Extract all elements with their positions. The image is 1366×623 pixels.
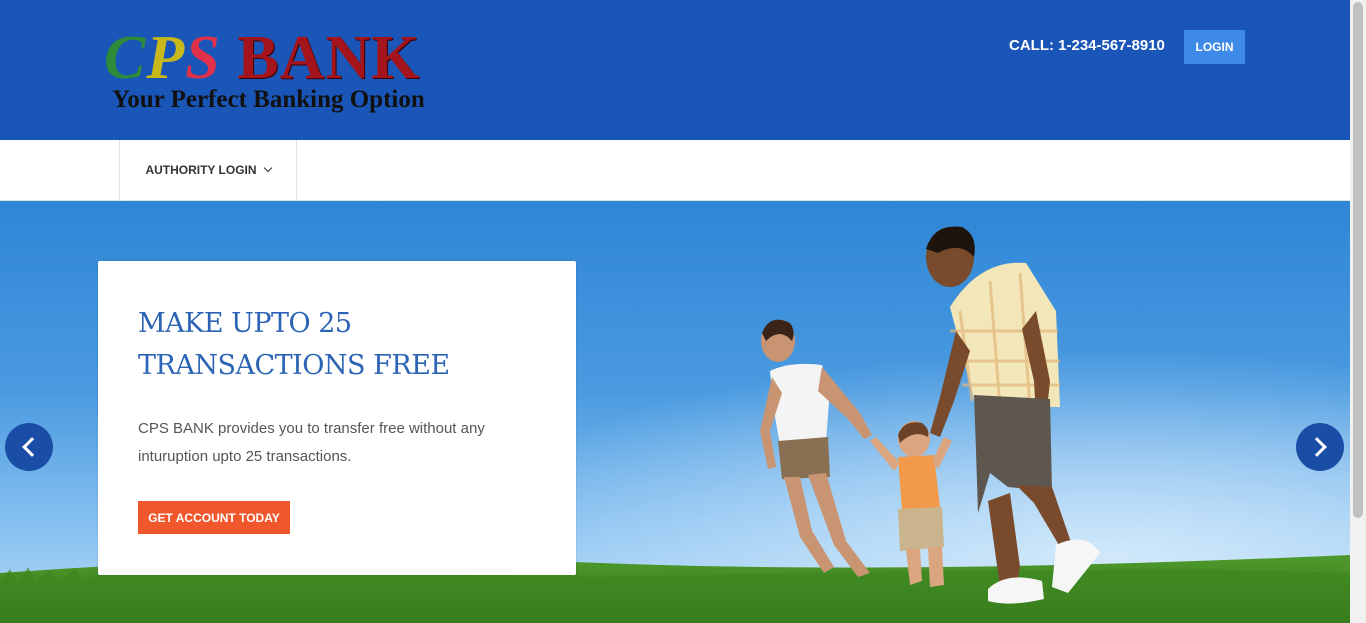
hero-slider: MAKE UPTO 25 TRANSACTIONS FREE CPS BANK … <box>0 201 1350 623</box>
login-button[interactable]: LOGIN <box>1184 30 1245 64</box>
main-nav: AUTHORITY LOGIN <box>0 140 1350 201</box>
logo-cps: CPS <box>104 24 221 92</box>
slide-caption-card: MAKE UPTO 25 TRANSACTIONS FREE CPS BANK … <box>98 261 576 575</box>
chevron-left-icon <box>22 437 42 457</box>
nav-item-label: AUTHORITY LOGIN <box>145 163 257 177</box>
bank-logo[interactable]: CPS BANK Your Perfect Banking Option <box>104 26 474 122</box>
page-scrollbar-thumb[interactable] <box>1353 2 1363 518</box>
slider-next-button[interactable] <box>1296 423 1344 471</box>
slide-description: CPS BANK provides you to transfer free w… <box>138 420 485 465</box>
call-phone-number: CALL: 1-234-567-8910 <box>1009 37 1165 54</box>
chevron-down-icon <box>263 163 272 173</box>
logo-bank: BANK <box>237 24 421 92</box>
site-header: CPS BANK Your Perfect Banking Option CAL… <box>0 0 1350 140</box>
nav-item-authority-login[interactable]: AUTHORITY LOGIN <box>119 140 297 200</box>
slider-prev-button[interactable] <box>5 423 53 471</box>
logo-wordmark: CPS BANK <box>104 26 420 90</box>
get-account-today-button[interactable]: GET ACCOUNT TODAY <box>138 501 290 534</box>
chevron-right-icon <box>1307 437 1327 457</box>
logo-tagline: Your Perfect Banking Option <box>112 86 425 113</box>
slide-title: MAKE UPTO 25 TRANSACTIONS FREE <box>138 308 450 381</box>
